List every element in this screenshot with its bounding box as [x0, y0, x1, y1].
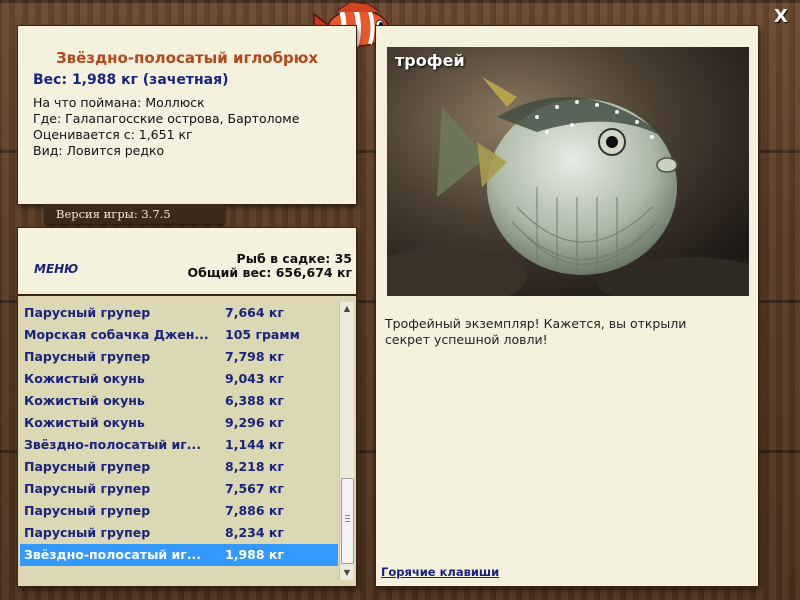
trophy-label: трофей	[395, 51, 465, 70]
catch-fish-weight: 7,664 кг	[225, 305, 284, 320]
catch-fish-name: Кожистый окунь	[24, 393, 145, 408]
fish-info-panel: Звёздно-полосатый иглобрюх Вес: 1,988 кг…	[18, 26, 356, 204]
catch-fish-weight: 8,234 кг	[225, 525, 284, 540]
fish-title: Звёздно-полосатый иглобрюх	[55, 49, 319, 67]
menu-button[interactable]: МЕНЮ	[34, 262, 78, 276]
fish-valued-from: Оценивается с: 1,651 кг	[33, 127, 193, 142]
catch-fish-weight: 9,296 кг	[225, 415, 284, 430]
catch-list-row[interactable]: Звёздно-полосатый иг... 1,144 кг	[20, 434, 338, 456]
game-version: Версия игры: 3.7.5	[44, 204, 224, 224]
catch-fish-name: Парусный групер	[24, 503, 151, 518]
fish-type: Вид: Ловится редко	[33, 143, 165, 158]
fish-location: Где: Галапагосские острова, Бартоломе	[33, 111, 300, 126]
catch-fish-name: Морская собачка Джен...	[24, 327, 209, 342]
catch-list-row[interactable]: Парусный групер 8,218 кг	[20, 456, 338, 478]
catch-fish-weight: 8,218 кг	[225, 459, 284, 474]
catch-fish-weight: 1,988 кг	[225, 547, 284, 562]
catch-list-row[interactable]: Парусный групер 7,567 кг	[20, 478, 338, 500]
close-button[interactable]: X	[770, 6, 792, 28]
catch-fish-name: Кожистый окунь	[24, 371, 145, 386]
scrollbar[interactable]: ▲ ▼	[339, 302, 354, 580]
catch-fish-weight: 105 грамм	[225, 327, 300, 342]
scroll-up-icon[interactable]: ▲	[340, 302, 354, 316]
catch-fish-name: Парусный групер	[24, 305, 151, 320]
catch-fish-name: Звёздно-полосатый иг...	[24, 437, 202, 452]
catch-list-row[interactable]: Парусный групер 7,798 кг	[20, 346, 338, 368]
scroll-down-icon[interactable]: ▼	[340, 566, 354, 580]
catch-fish-weight: 7,798 кг	[225, 349, 284, 364]
total-weight: Общий вес: 656,674 кг	[187, 265, 353, 280]
catch-list-row[interactable]: Парусный групер 7,886 кг	[20, 500, 338, 522]
catch-fish-weight: 7,567 кг	[225, 481, 284, 496]
trophy-description: Трофейный экземпляр! Кажется, вы открыли…	[385, 316, 687, 347]
scrollbar-thumb[interactable]	[341, 478, 354, 564]
catch-fish-name: Звёздно-полосатый иг...	[24, 547, 202, 562]
catch-list-row[interactable]: Парусный групер 8,234 кг	[20, 522, 338, 544]
catch-list-row[interactable]: Кожистый окунь 6,388 кг	[20, 390, 338, 412]
fish-count: Рыб в садке: 35	[236, 251, 352, 266]
catch-fish-name: Парусный групер	[24, 349, 151, 364]
catch-fish-weight: 1,144 кг	[225, 437, 284, 452]
catch-fish-name: Парусный групер	[24, 459, 151, 474]
catch-fish-name: Парусный групер	[24, 525, 151, 540]
catch-fish-name: Кожистый окунь	[24, 415, 145, 430]
catch-list-row[interactable]: Кожистый окунь 9,296 кг	[20, 412, 338, 434]
catch-list-panel: Парусный групер 7,664 кг Морская собачка Д…	[18, 296, 356, 586]
catch-fish-weight: 6,388 кг	[225, 393, 284, 408]
catch-list-row[interactable]: Парусный групер 7,664 кг	[20, 302, 338, 324]
hotkeys-link[interactable]: Горячие клавиши	[381, 565, 499, 579]
catch-list-row[interactable]: Кожистый окунь 9,043 кг	[20, 368, 338, 390]
status-panel: МЕНЮ Рыб в садке: 35 Общий вес: 656,674 …	[18, 228, 356, 294]
catch-list-row[interactable]: Звёздно-полосатый иг... 1,988 кг	[20, 544, 338, 566]
trophy-panel: трофей Трофейный экземпляр! Кажется, вы …	[376, 26, 758, 586]
fish-bait: На что поймана: Моллюск	[33, 95, 205, 110]
catch-list-row[interactable]: Морская собачка Джен... 105 грамм	[20, 324, 338, 346]
catch-fish-weight: 9,043 кг	[225, 371, 284, 386]
catch-fish-name: Парусный групер	[24, 481, 151, 496]
catch-list: Парусный групер 7,664 кг Морская собачка Д…	[20, 302, 338, 566]
catch-fish-weight: 7,886 кг	[225, 503, 284, 518]
trophy-fish-image: трофей	[387, 47, 749, 296]
fish-weight: Вес: 1,988 кг (зачетная)	[33, 72, 229, 88]
